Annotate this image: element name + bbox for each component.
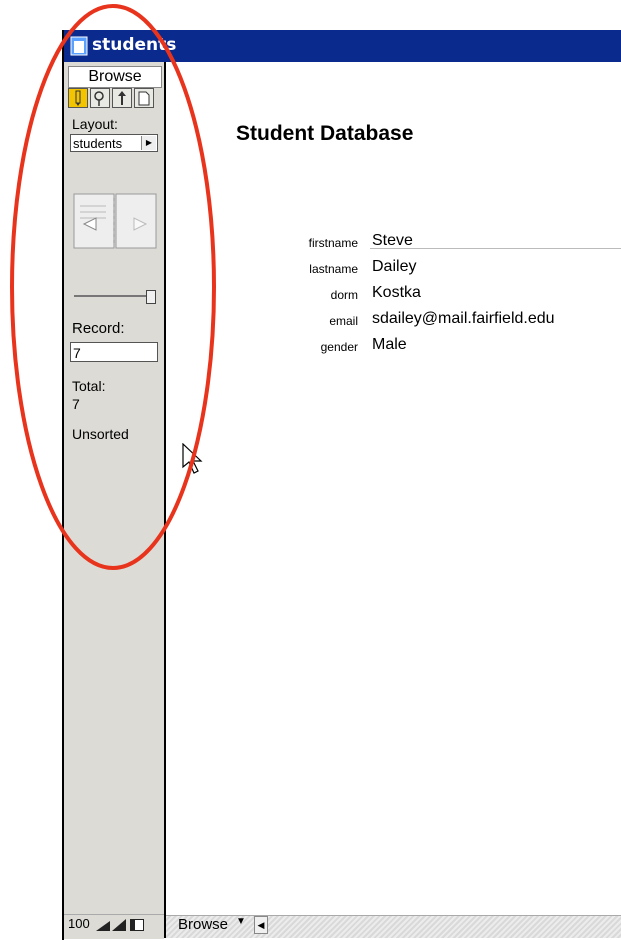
database-icon — [70, 36, 88, 56]
record-book-icon[interactable] — [72, 192, 158, 250]
status-toggle-icon[interactable] — [130, 919, 144, 931]
field-value-dorm[interactable]: Kostka — [372, 284, 421, 302]
slider-thumb[interactable] — [146, 290, 156, 304]
filemaker-window: students Browse Layout: students ▶ Recor… — [62, 30, 621, 940]
zoom-out-icon[interactable] — [96, 919, 110, 931]
pencil-icon[interactable] — [68, 88, 88, 108]
sort-status: Unsorted — [72, 426, 129, 442]
statusbar-strip — [166, 915, 621, 938]
total-value: 7 — [72, 396, 80, 412]
record-number-input[interactable]: 7 — [70, 342, 158, 362]
mode-tab-browse[interactable]: Browse — [68, 66, 162, 88]
field-value-gender[interactable]: Male — [372, 336, 407, 354]
field-label-email: email — [329, 314, 358, 328]
title-bar[interactable]: students — [64, 30, 621, 62]
scroll-left-button[interactable]: ◀ — [254, 916, 268, 934]
layout-content: Student Database firstname Steve lastnam… — [166, 62, 621, 915]
magnifier-icon[interactable] — [90, 88, 110, 108]
mouse-pointer-icon — [182, 443, 203, 474]
field-value-firstname[interactable]: Steve — [372, 232, 413, 250]
field-value-email[interactable]: sdailey@mail.fairfield.edu — [372, 310, 555, 328]
status-area: Browse Layout: students ▶ Record: 7 Tota… — [64, 62, 166, 938]
zoom-level[interactable]: 100 — [68, 916, 90, 931]
field-label-firstname: firstname — [308, 236, 358, 250]
field-value-lastname[interactable]: Dailey — [372, 258, 416, 276]
field-label-lastname: lastname — [309, 262, 358, 276]
total-label: Total: — [72, 378, 106, 394]
field-label-gender: gender — [320, 340, 358, 354]
layout-label: Layout: — [72, 116, 118, 132]
slider-track — [74, 295, 152, 297]
mode-icon-bar — [68, 88, 156, 110]
record-slider[interactable] — [74, 290, 156, 304]
chevron-down-icon[interactable]: ▼ — [236, 916, 246, 927]
mode-popup[interactable]: Browse — [178, 916, 228, 933]
window-title: students — [92, 35, 177, 55]
layout-select[interactable]: students ▶ — [70, 134, 158, 152]
page-icon[interactable] — [134, 88, 154, 108]
layout-select-value: students — [73, 136, 123, 151]
record-label: Record: — [72, 320, 125, 337]
page-title: Student Database — [236, 122, 414, 145]
zoom-in-icon[interactable] — [112, 919, 126, 931]
tool-pointer-icon[interactable] — [112, 88, 132, 108]
chevron-right-icon[interactable]: ▶ — [141, 136, 156, 150]
field-label-dorm: dorm — [330, 288, 358, 302]
